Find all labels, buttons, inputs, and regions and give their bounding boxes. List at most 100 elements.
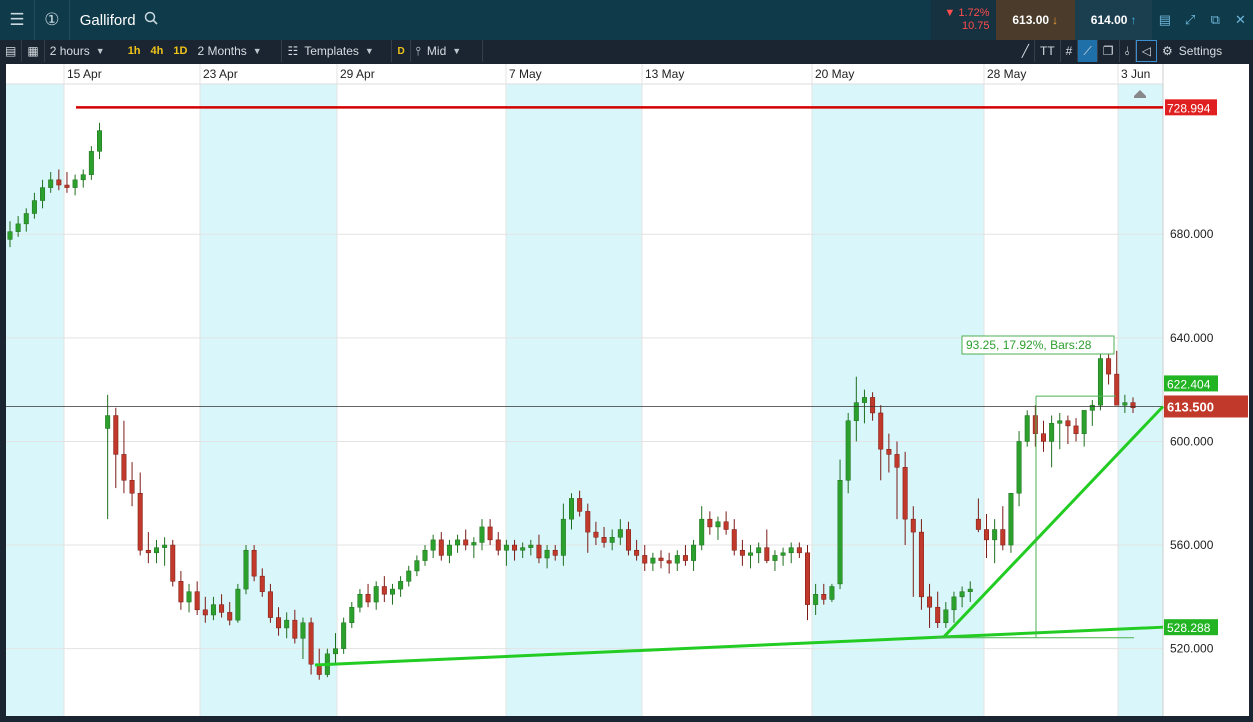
candle-body (186, 591, 192, 603)
candle-body (723, 521, 729, 530)
candle-body (349, 606, 355, 624)
candle-body (780, 552, 786, 556)
candle-body (446, 544, 452, 556)
info-icon[interactable]: ① (35, 0, 70, 40)
candle-body (796, 547, 802, 554)
price-chart[interactable]: 15 Apr 23 Apr 29 Apr 7 May 13 May 20 May 28 Ma… (6, 64, 1249, 716)
candle-body (292, 619, 298, 639)
expand-icon[interactable]: ⤢ (1178, 0, 1203, 40)
candle-body (145, 549, 151, 554)
quick-1h-button[interactable]: 1h (123, 40, 146, 62)
candle-body (72, 179, 78, 188)
candle-body (593, 531, 599, 538)
candle-body (129, 480, 135, 494)
layout-icon[interactable]: ▤ (1152, 0, 1177, 40)
candle-body (170, 544, 176, 582)
price-type-dropdown[interactable]: ⫯ Mid ▼ (411, 40, 483, 62)
text-tool-button[interactable]: TT (1035, 40, 1061, 62)
candles-icon: ⫯ (415, 43, 421, 58)
candle-body (48, 179, 54, 188)
settings-label: Settings (1178, 44, 1223, 58)
chart-area[interactable]: 15 Apr 23 Apr 29 Apr 7 May 13 May 20 May 28 Ma… (6, 64, 1249, 716)
settings-button[interactable]: ⚙ Settings (1157, 40, 1253, 62)
candle-body (805, 552, 810, 605)
trendline-tool-icon[interactable]: ⟋ (1078, 40, 1098, 62)
resistance-price-label: 728.994 (1167, 101, 1211, 115)
candle-body (162, 544, 168, 548)
instrument-name[interactable]: Galliford (80, 12, 136, 29)
indicator-icon[interactable]: ⫰ (1120, 40, 1136, 62)
candle-body (210, 604, 216, 616)
candle-body (398, 581, 404, 590)
menu-icon[interactable]: ☰ (0, 0, 35, 40)
sell-button[interactable]: 613.00 ↓ (995, 0, 1075, 40)
templates-label: Templates (304, 44, 359, 58)
candle-body (625, 529, 631, 551)
date-tick-label: 7 May (509, 67, 542, 81)
date-tick-label: 20 May (815, 67, 854, 81)
candle-body (463, 539, 469, 546)
candle-body (813, 594, 819, 605)
candle-body (267, 591, 273, 618)
candle-body (992, 529, 998, 541)
change-absolute: 10.75 (962, 20, 990, 32)
candle-body (845, 420, 851, 481)
quick-4h-button[interactable]: 4h (146, 40, 169, 62)
candle-body (650, 557, 656, 564)
templates-dropdown[interactable]: ☷ Templates ▼ (282, 40, 393, 62)
eraser-icon[interactable]: ◁ (1135, 40, 1157, 62)
candle-body (455, 539, 461, 546)
sell-arrow-icon: ↓ (1052, 13, 1059, 27)
panel-icon[interactable]: ▤ (0, 40, 23, 62)
candle-body (764, 547, 770, 561)
crosshair-grid-icon[interactable]: # (1061, 40, 1079, 62)
candle-body (569, 498, 574, 520)
close-icon[interactable]: ✕ (1228, 0, 1253, 40)
chevron-down-icon: ▼ (452, 46, 462, 56)
candle-body (251, 549, 257, 577)
range-dropdown[interactable]: 2 Months ▼ (192, 40, 283, 62)
candle-body (97, 130, 103, 152)
candle-body (927, 596, 933, 608)
candle-body (894, 454, 900, 468)
candle-body (259, 575, 265, 592)
candle-body (406, 570, 412, 582)
candle-body (31, 200, 37, 214)
quick-1d-button[interactable]: 1D (168, 40, 192, 62)
candle-body (699, 518, 705, 546)
popout-icon[interactable]: ⧉ (1203, 0, 1228, 40)
candle-body (1057, 420, 1063, 424)
candle-body (357, 594, 363, 608)
price-change: ▼ 1.72% 10.75 (931, 0, 996, 40)
d-button[interactable]: D (392, 40, 411, 62)
search-icon[interactable] (144, 11, 158, 29)
candle-body (1106, 358, 1112, 375)
candle-body (1122, 402, 1128, 406)
interval-label: 2 hours (49, 44, 90, 58)
sell-price: 613.00 (1012, 13, 1050, 27)
candle-body (113, 415, 119, 455)
instrument-selector[interactable]: Galliford (70, 0, 932, 40)
candle-body (585, 511, 591, 533)
candle-body (1130, 402, 1136, 409)
candle-body (121, 454, 127, 481)
trendline-price-label: 528.288 (1167, 621, 1211, 635)
candle-body (1089, 404, 1095, 411)
interval-dropdown[interactable]: 2 hours ▼ (45, 40, 123, 62)
date-tick-label: 15 Apr (67, 67, 102, 81)
candle-body (674, 555, 680, 564)
draw-line-icon[interactable]: ╱ (1017, 40, 1035, 62)
layers-icon[interactable]: ❐ (1098, 40, 1120, 62)
candle-body (1049, 423, 1055, 442)
candle-body (40, 187, 46, 201)
candle-body (471, 542, 477, 546)
date-tick-label: 3 Jun (1121, 67, 1150, 81)
buy-button[interactable]: 614.00 ↑ (1074, 0, 1153, 40)
candle-body (560, 518, 566, 556)
measure-label: 93.25, 17.92%, Bars:28 (966, 338, 1092, 352)
candle-body (243, 549, 249, 590)
candle-body (7, 231, 13, 240)
grid-layout-icon[interactable]: ▦ (22, 40, 45, 62)
candle-body (276, 617, 282, 629)
candle-body (389, 588, 395, 595)
